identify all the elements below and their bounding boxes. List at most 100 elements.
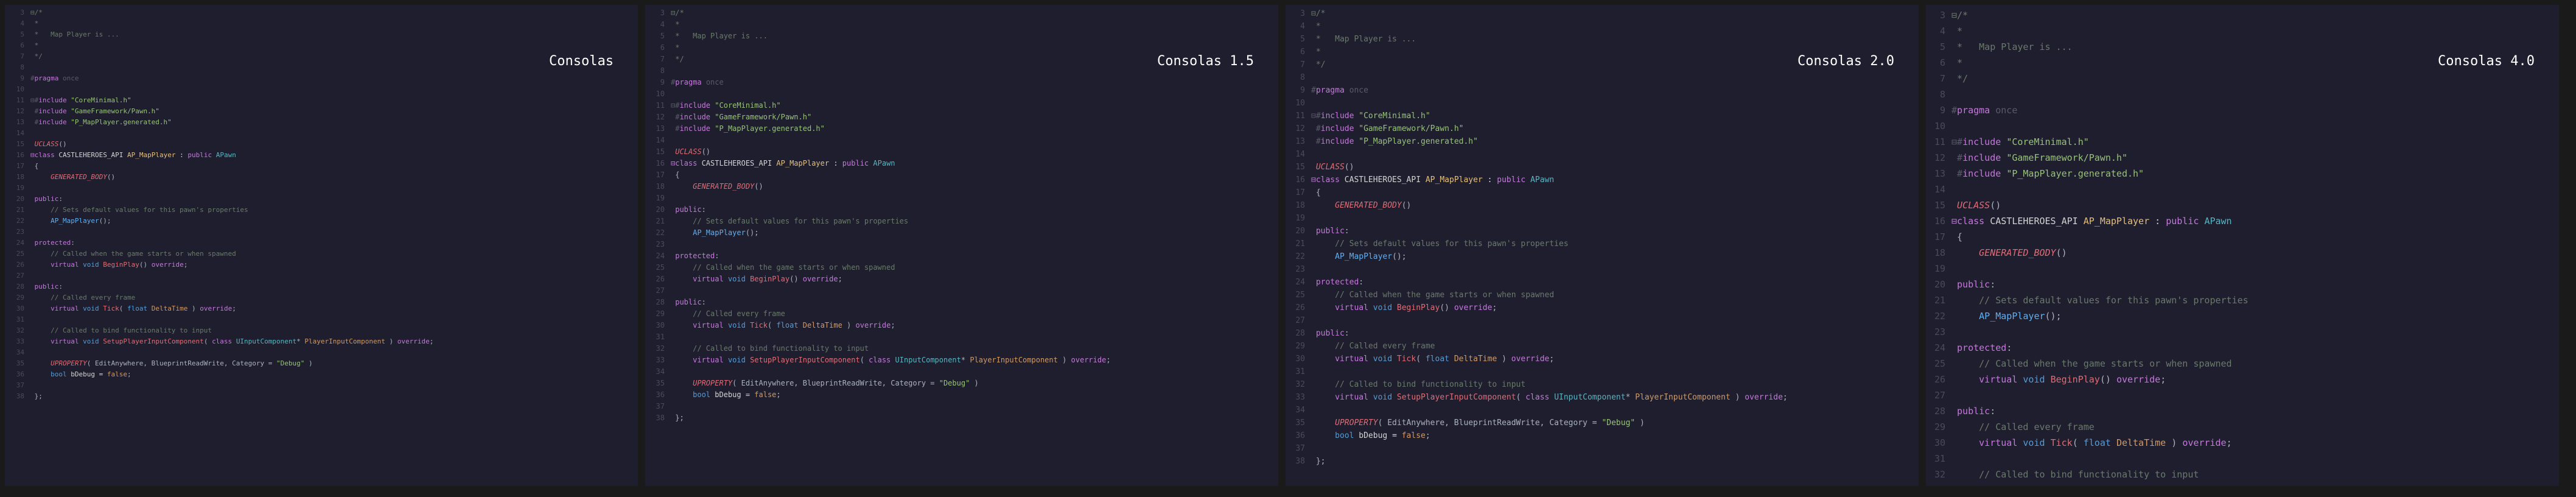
code-line[interactable] — [1951, 451, 2559, 467]
code-line[interactable]: UCLASS() — [671, 146, 1278, 158]
code-line[interactable] — [671, 135, 1278, 146]
code-line[interactable]: // Called every frame — [1311, 340, 1919, 353]
code-line[interactable]: #include "GameFramework/Pawn.h" — [1951, 150, 2559, 166]
code-line[interactable]: #pragma once — [671, 77, 1278, 88]
code-line[interactable]: #include "GameFramework/Pawn.h" — [30, 106, 638, 117]
code-area[interactable]: 3456789101112131415161718192021222324252… — [1286, 5, 1919, 468]
code-line[interactable]: virtual void SetupPlayerInputComponent( … — [30, 336, 638, 347]
code-line[interactable] — [30, 128, 638, 139]
code-line[interactable]: GENERATED_BODY() — [30, 172, 638, 183]
code-line[interactable]: virtual void BeginPlay() override; — [1951, 372, 2559, 387]
code-line[interactable] — [671, 401, 1278, 412]
code-line[interactable]: // Called when the game starts or when s… — [30, 248, 638, 259]
code-line[interactable] — [1311, 71, 1919, 84]
code-line[interactable] — [1311, 97, 1919, 110]
code-line[interactable]: #include "GameFramework/Pawn.h" — [671, 111, 1278, 123]
code-content[interactable]: ⊟/* * * Map Player is ... * */ #pragma o… — [30, 7, 638, 402]
code-line[interactable]: protected: — [671, 250, 1278, 262]
code-line[interactable]: virtual void BeginPlay() override; — [1311, 301, 1919, 314]
code-line[interactable] — [1951, 324, 2559, 340]
code-line[interactable]: // Called to bind functionality to input — [1311, 378, 1919, 391]
code-line[interactable]: AP_MapPlayer(); — [1951, 308, 2559, 324]
code-line[interactable] — [30, 62, 638, 73]
code-content[interactable]: ⊟/* * * Map Player is ... * */ #pragma o… — [671, 7, 1278, 424]
code-line[interactable] — [1311, 365, 1919, 378]
code-line[interactable]: #include "P_MapPlayer.generated.h" — [671, 123, 1278, 135]
code-line[interactable]: protected: — [1951, 340, 2559, 356]
code-line[interactable] — [671, 331, 1278, 343]
code-line[interactable]: // Called every frame — [1951, 419, 2559, 435]
code-line[interactable]: public: — [30, 281, 638, 292]
code-line[interactable] — [1311, 263, 1919, 276]
code-line[interactable]: virtual void Tick( float DeltaTime ) ove… — [30, 303, 638, 314]
code-line[interactable]: virtual void Tick( float DeltaTime ) ove… — [671, 320, 1278, 331]
code-line[interactable] — [671, 366, 1278, 378]
code-line[interactable]: UPROPERTY( EditAnywhere, BlueprintReadWr… — [1311, 417, 1919, 429]
code-line[interactable]: protected: — [30, 238, 638, 248]
code-line[interactable]: bool bDebug = false; — [671, 389, 1278, 401]
code-line[interactable]: // Called when the game starts or when s… — [1311, 289, 1919, 301]
code-line[interactable] — [30, 314, 638, 325]
code-line[interactable] — [1951, 182, 2559, 197]
code-line[interactable] — [30, 227, 638, 238]
code-line[interactable]: GENERATED_BODY() — [671, 181, 1278, 192]
code-line[interactable]: #pragma once — [1311, 84, 1919, 97]
code-line[interactable]: UCLASS() — [1951, 197, 2559, 213]
code-line[interactable]: AP_MapPlayer(); — [671, 227, 1278, 239]
code-line[interactable]: AP_MapPlayer(); — [30, 216, 638, 227]
code-line[interactable]: { — [671, 169, 1278, 181]
code-line[interactable]: * — [1951, 23, 2559, 39]
code-line[interactable]: ⊟class CASTLEHEROES_API AP_MapPlayer : p… — [1951, 213, 2559, 229]
code-line[interactable]: public: — [1951, 403, 2559, 419]
code-line[interactable]: }; — [1311, 455, 1919, 468]
code-line[interactable]: #pragma once — [30, 73, 638, 84]
code-line[interactable]: ⊟#include "CoreMinimal.h" — [1311, 110, 1919, 122]
code-line[interactable]: #include "P_MapPlayer.generated.h" — [1311, 135, 1919, 148]
code-line[interactable] — [1951, 118, 2559, 134]
code-line[interactable]: #include "P_MapPlayer.generated.h" — [1951, 166, 2559, 182]
code-line[interactable]: ⊟/* — [1951, 7, 2559, 23]
code-line[interactable] — [1951, 86, 2559, 102]
code-line[interactable]: ⊟/* — [30, 7, 638, 18]
code-line[interactable]: AP_MapPlayer(); — [1311, 250, 1919, 263]
code-line[interactable]: virtual void Tick( float DeltaTime ) ove… — [1951, 435, 2559, 451]
code-line[interactable]: }; — [30, 391, 638, 402]
code-line[interactable]: UPROPERTY( EditAnywhere, BlueprintReadWr… — [30, 358, 638, 369]
code-line[interactable]: GENERATED_BODY() — [1311, 199, 1919, 212]
code-line[interactable]: virtual void SetupPlayerInputComponent( … — [1951, 482, 2559, 486]
code-line[interactable]: * — [671, 42, 1278, 54]
code-line[interactable]: ⊟class CASTLEHEROES_API AP_MapPlayer : p… — [30, 150, 638, 161]
code-line[interactable]: virtual void BeginPlay() override; — [671, 273, 1278, 285]
code-line[interactable] — [671, 88, 1278, 100]
code-line[interactable]: ⊟/* — [1311, 7, 1919, 20]
code-line[interactable] — [1951, 387, 2559, 403]
code-line[interactable] — [30, 270, 638, 281]
code-line[interactable]: bool bDebug = false; — [30, 369, 638, 380]
code-line[interactable]: #include "GameFramework/Pawn.h" — [1311, 122, 1919, 135]
code-line[interactable]: public: — [1311, 327, 1919, 340]
code-line[interactable]: ⊟#include "CoreMinimal.h" — [1951, 134, 2559, 150]
code-line[interactable] — [30, 380, 638, 391]
code-line[interactable]: ⊟class CASTLEHEROES_API AP_MapPlayer : p… — [1311, 174, 1919, 186]
code-line[interactable]: * — [30, 18, 638, 29]
code-line[interactable]: public: — [1311, 225, 1919, 238]
code-line[interactable]: virtual void Tick( float DeltaTime ) ove… — [1311, 353, 1919, 365]
code-line[interactable]: // Called when the game starts or when s… — [671, 262, 1278, 273]
code-line[interactable]: // Called every frame — [671, 308, 1278, 320]
code-line[interactable]: * — [30, 40, 638, 51]
code-line[interactable]: }; — [671, 412, 1278, 424]
code-line[interactable]: { — [1311, 186, 1919, 199]
code-line[interactable]: // Called to bind functionality to input — [671, 343, 1278, 354]
code-line[interactable] — [1951, 261, 2559, 277]
code-line[interactable]: public: — [1951, 277, 2559, 292]
code-line[interactable]: public: — [671, 297, 1278, 308]
code-content[interactable]: ⊟/* * * Map Player is ... * */ #pragma o… — [1311, 7, 1919, 468]
code-line[interactable]: // Sets default values for this pawn's p… — [671, 216, 1278, 227]
code-line[interactable] — [30, 84, 638, 95]
code-line[interactable]: * Map Player is ... — [1951, 39, 2559, 55]
code-line[interactable]: // Called to bind functionality to input — [30, 325, 638, 336]
code-line[interactable]: { — [30, 161, 638, 172]
code-line[interactable]: virtual void BeginPlay() override; — [30, 259, 638, 270]
code-line[interactable] — [1311, 442, 1919, 455]
code-line[interactable]: bool bDebug = false; — [1311, 429, 1919, 442]
